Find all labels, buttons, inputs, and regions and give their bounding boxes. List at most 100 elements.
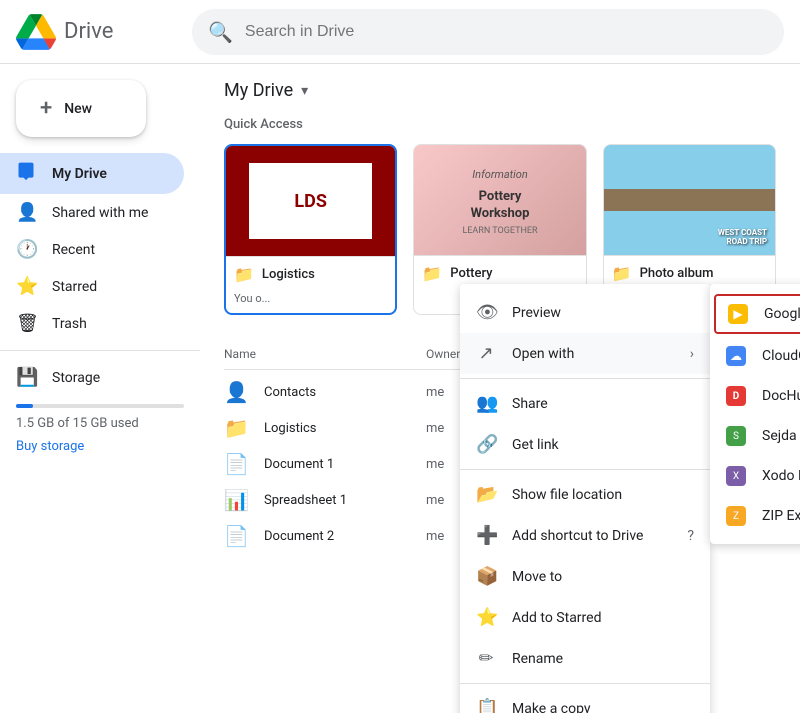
sidebar-item-label-my-drive: My Drive [52, 166, 107, 182]
context-menu-label-open-with: Open with [512, 346, 574, 362]
context-menu-item-add-shortcut[interactable]: ➕ Add shortcut to Drive ? [460, 515, 710, 556]
context-menu-item-open-with[interactable]: ↗ Open with › [460, 333, 710, 374]
layout: + New My Drive 👤 Shared with me 🕐 Recent… [0, 64, 800, 713]
new-button[interactable]: + New [16, 80, 146, 137]
sidebar-item-recent[interactable]: 🕐 Recent [0, 231, 184, 268]
file-name-contacts: Contacts [264, 385, 426, 400]
file-name-sheet1: Spreadsheet 1 [264, 493, 426, 508]
sidebar-item-shared[interactable]: 👤 Shared with me [0, 194, 184, 231]
card-info-logistics: 📁 Logistics [226, 256, 395, 292]
context-menu-item-show-location[interactable]: 📂 Show file location [460, 474, 710, 515]
card-thumb-photo: WEST COASTROAD TRIP [604, 145, 775, 255]
my-drive-icon [16, 161, 36, 186]
context-menu-label-add-starred: Add to Starred [512, 610, 601, 626]
submenu-label-zip: ZIP Extractor [762, 508, 800, 524]
sidebar-item-label-trash: Trash [52, 316, 87, 332]
sidebar-item-label-shared: Shared with me [52, 205, 148, 221]
cloudconvert-icon: ☁ [726, 346, 746, 366]
sidebar-item-label-starred: Starred [52, 279, 97, 295]
context-menu-item-make-copy[interactable]: 📋 Make a copy [460, 688, 710, 713]
context-menu-item-preview[interactable]: 👁 Preview [460, 292, 710, 333]
card-name-logistics: Logistics [262, 267, 315, 282]
sidebar-item-storage[interactable]: 💾 Storage [0, 359, 184, 396]
sidebar: + New My Drive 👤 Shared with me 🕐 Recent… [0, 64, 200, 713]
drive-title-text: My Drive [224, 80, 293, 101]
card-thumb-logistics: LDS [226, 146, 395, 256]
context-menu-item-add-starred[interactable]: ⭐ Add to Starred [460, 597, 710, 638]
sidebar-item-trash[interactable]: 🗑 Trash [0, 305, 184, 342]
card-icon-photo: 📁 [612, 264, 632, 283]
rename-icon: ✏ [476, 648, 496, 669]
submenu-label-xodo: Xodo PDF Reader & Annotator [762, 468, 800, 484]
storage-icon: 💾 [16, 367, 36, 388]
context-menu-label-rename: Rename [512, 651, 563, 667]
card-thumb-pottery: Information PotteryWorkshop LEARN TOGETH… [414, 145, 585, 255]
submenu-label-google-slides: Google Slides [764, 306, 800, 322]
submenu-item-sejda[interactable]: S Sejda PDF [710, 416, 800, 456]
starred-icon: ⭐ [16, 276, 36, 297]
context-menu-item-rename[interactable]: ✏ Rename [460, 638, 710, 679]
card-icon-logistics: 📁 [234, 265, 254, 284]
storage-label: 1.5 GB of 15 GB used [16, 416, 184, 431]
submenu-label-sejda: Sejda PDF [762, 428, 800, 444]
search-input[interactable] [245, 23, 768, 41]
storage-bar-fill [16, 404, 33, 408]
quick-card-logistics[interactable]: LDS 📁 Logistics You o... [224, 144, 397, 315]
file-icon-contacts: 👤 [224, 380, 256, 404]
show-location-icon: 📂 [476, 484, 496, 505]
drive-title-chevron-icon: ▾ [301, 83, 308, 99]
menu-divider-1 [460, 378, 710, 379]
file-name-logistics: Logistics [264, 421, 426, 436]
header: Drive 🔍 [0, 0, 800, 64]
context-menu-label-add-shortcut: Add shortcut to Drive [512, 528, 643, 544]
drive-logo-icon [16, 12, 56, 52]
submenu-item-dochub[interactable]: D DocHub - PDF Sign and Edit [710, 376, 800, 416]
submenu-label-dochub: DocHub - PDF Sign and Edit [762, 388, 800, 404]
preview-icon: 👁 [476, 302, 496, 323]
submenu-item-google-slides[interactable]: ▶ Google Slides [714, 294, 800, 334]
context-menu: 👁 Preview ↗ Open with › 👥 Share 🔗 Get li… [460, 284, 710, 713]
submenu-label-cloudconvert: CloudConvert [762, 348, 800, 364]
card-name-pottery: Pottery [450, 266, 492, 281]
logo: Drive [16, 12, 176, 52]
submenu-item-xodo[interactable]: X Xodo PDF Reader & Annotator [710, 456, 800, 496]
sidebar-item-label-recent: Recent [52, 242, 95, 258]
open-with-chevron-icon: › [690, 346, 694, 362]
file-name-doc2: Document 2 [264, 529, 426, 544]
search-icon: 🔍 [208, 20, 233, 44]
get-link-icon: 🔗 [476, 434, 496, 455]
search-bar[interactable]: 🔍 [192, 9, 784, 55]
storage-section: 1.5 GB of 15 GB used Buy storage [0, 396, 200, 462]
new-button-label: New [64, 101, 92, 117]
submenu-item-cloudconvert[interactable]: ☁ CloudConvert [710, 336, 800, 376]
add-shortcut-hint-icon: ? [687, 528, 694, 544]
file-name-doc1: Document 1 [264, 457, 426, 472]
sidebar-divider [0, 350, 200, 351]
file-icon-doc1: 📄 [224, 452, 256, 476]
file-icon-logistics: 📁 [224, 416, 256, 440]
add-starred-icon: ⭐ [476, 607, 496, 628]
dochub-icon: D [726, 386, 746, 406]
shared-icon: 👤 [16, 202, 36, 223]
context-menu-item-get-link[interactable]: 🔗 Get link [460, 424, 710, 465]
sidebar-item-label-storage: Storage [52, 370, 100, 386]
quick-access-label: Quick Access [224, 117, 776, 132]
sidebar-item-my-drive[interactable]: My Drive [0, 153, 184, 194]
new-plus-icon: + [40, 96, 52, 121]
context-menu-item-share[interactable]: 👥 Share [460, 383, 710, 424]
submenu: ▶ Google Slides ☁ CloudConvert D DocHub … [710, 284, 800, 544]
context-menu-label-preview: Preview [512, 305, 561, 321]
card-sub-logistics: You o... [226, 292, 395, 313]
sidebar-item-starred[interactable]: ⭐ Starred [0, 268, 184, 305]
submenu-item-zip[interactable]: Z ZIP Extractor [710, 496, 800, 536]
menu-divider-2 [460, 469, 710, 470]
drive-title[interactable]: My Drive ▾ [224, 80, 776, 101]
share-icon: 👥 [476, 393, 496, 414]
buy-storage-link[interactable]: Buy storage [16, 439, 184, 454]
file-icon-sheet1: 📊 [224, 488, 256, 512]
sejda-icon: S [726, 426, 746, 446]
context-menu-item-move-to[interactable]: 📦 Move to [460, 556, 710, 597]
file-icon-doc2: 📄 [224, 524, 256, 548]
context-menu-label-show-location: Show file location [512, 487, 622, 503]
card-name-photo: Photo album [640, 266, 714, 281]
